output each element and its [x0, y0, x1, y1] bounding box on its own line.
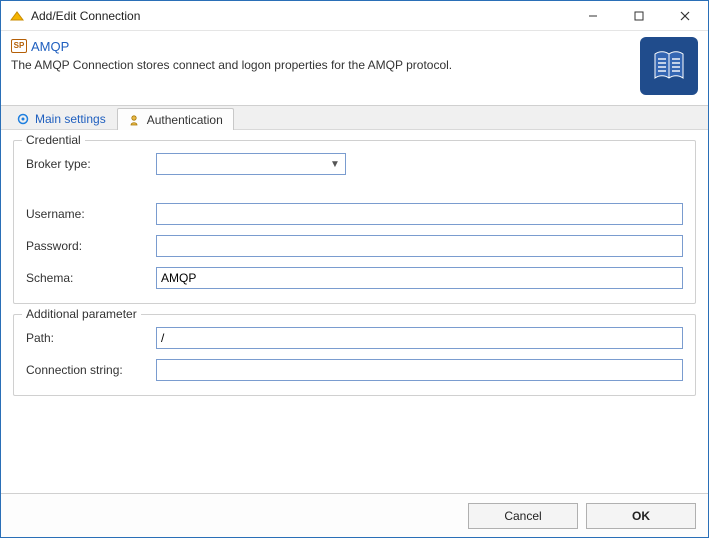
- app-icon: [9, 8, 25, 24]
- window-title: Add/Edit Connection: [31, 9, 570, 23]
- dialog-window: Add/Edit Connection SP AMQP The AMQP Con…: [0, 0, 709, 538]
- password-input[interactable]: [156, 235, 683, 257]
- broker-type-select[interactable]: ▼: [156, 153, 346, 175]
- row-connection-string: Connection string:: [26, 359, 683, 381]
- cancel-button-label: Cancel: [504, 509, 541, 523]
- header: SP AMQP The AMQP Connection stores conne…: [1, 31, 708, 105]
- additional-legend: Additional parameter: [22, 307, 141, 321]
- tabbar: Main settings Authentication: [1, 106, 708, 130]
- minimize-button[interactable]: [570, 1, 616, 30]
- additional-parameter-group: Additional parameter Path: Connection st…: [13, 314, 696, 396]
- connection-description: The AMQP Connection stores connect and l…: [11, 58, 630, 72]
- content-area: Credential Broker type: ▼ Username: Pass…: [1, 130, 708, 493]
- username-input[interactable]: [156, 203, 683, 225]
- connection-string-input[interactable]: [156, 359, 683, 381]
- ok-button[interactable]: OK: [586, 503, 696, 529]
- gear-icon: [16, 112, 30, 126]
- password-label: Password:: [26, 239, 156, 253]
- username-label: Username:: [26, 207, 156, 221]
- row-username: Username:: [26, 203, 683, 225]
- row-broker-type: Broker type: ▼: [26, 153, 683, 175]
- close-button[interactable]: [662, 1, 708, 30]
- window-controls: [570, 1, 708, 30]
- footer: Cancel OK: [1, 493, 708, 537]
- schema-label: Schema:: [26, 271, 156, 285]
- ok-button-label: OK: [632, 509, 650, 523]
- tab-authentication-label: Authentication: [147, 113, 223, 127]
- tab-main-settings-label: Main settings: [35, 112, 106, 126]
- tab-main-settings[interactable]: Main settings: [5, 107, 117, 129]
- broker-type-label: Broker type:: [26, 157, 156, 171]
- chevron-down-icon: ▼: [327, 159, 343, 170]
- path-label: Path:: [26, 331, 156, 345]
- titlebar: Add/Edit Connection: [1, 1, 708, 31]
- sp-icon: SP: [11, 39, 27, 53]
- credential-legend: Credential: [22, 133, 85, 147]
- header-book-icon: [640, 37, 698, 95]
- path-input[interactable]: [156, 327, 683, 349]
- row-path: Path:: [26, 327, 683, 349]
- tab-authentication[interactable]: Authentication: [117, 108, 234, 130]
- connection-title-row: SP AMQP: [11, 39, 69, 54]
- schema-input[interactable]: [156, 267, 683, 289]
- connection-string-label: Connection string:: [26, 363, 156, 377]
- row-schema: Schema:: [26, 267, 683, 289]
- row-password: Password:: [26, 235, 683, 257]
- header-text: SP AMQP The AMQP Connection stores conne…: [11, 37, 630, 72]
- maximize-button[interactable]: [616, 1, 662, 30]
- connection-name: AMQP: [31, 39, 69, 54]
- credential-group: Credential Broker type: ▼ Username: Pass…: [13, 140, 696, 304]
- cancel-button[interactable]: Cancel: [468, 503, 578, 529]
- user-key-icon: [128, 113, 142, 127]
